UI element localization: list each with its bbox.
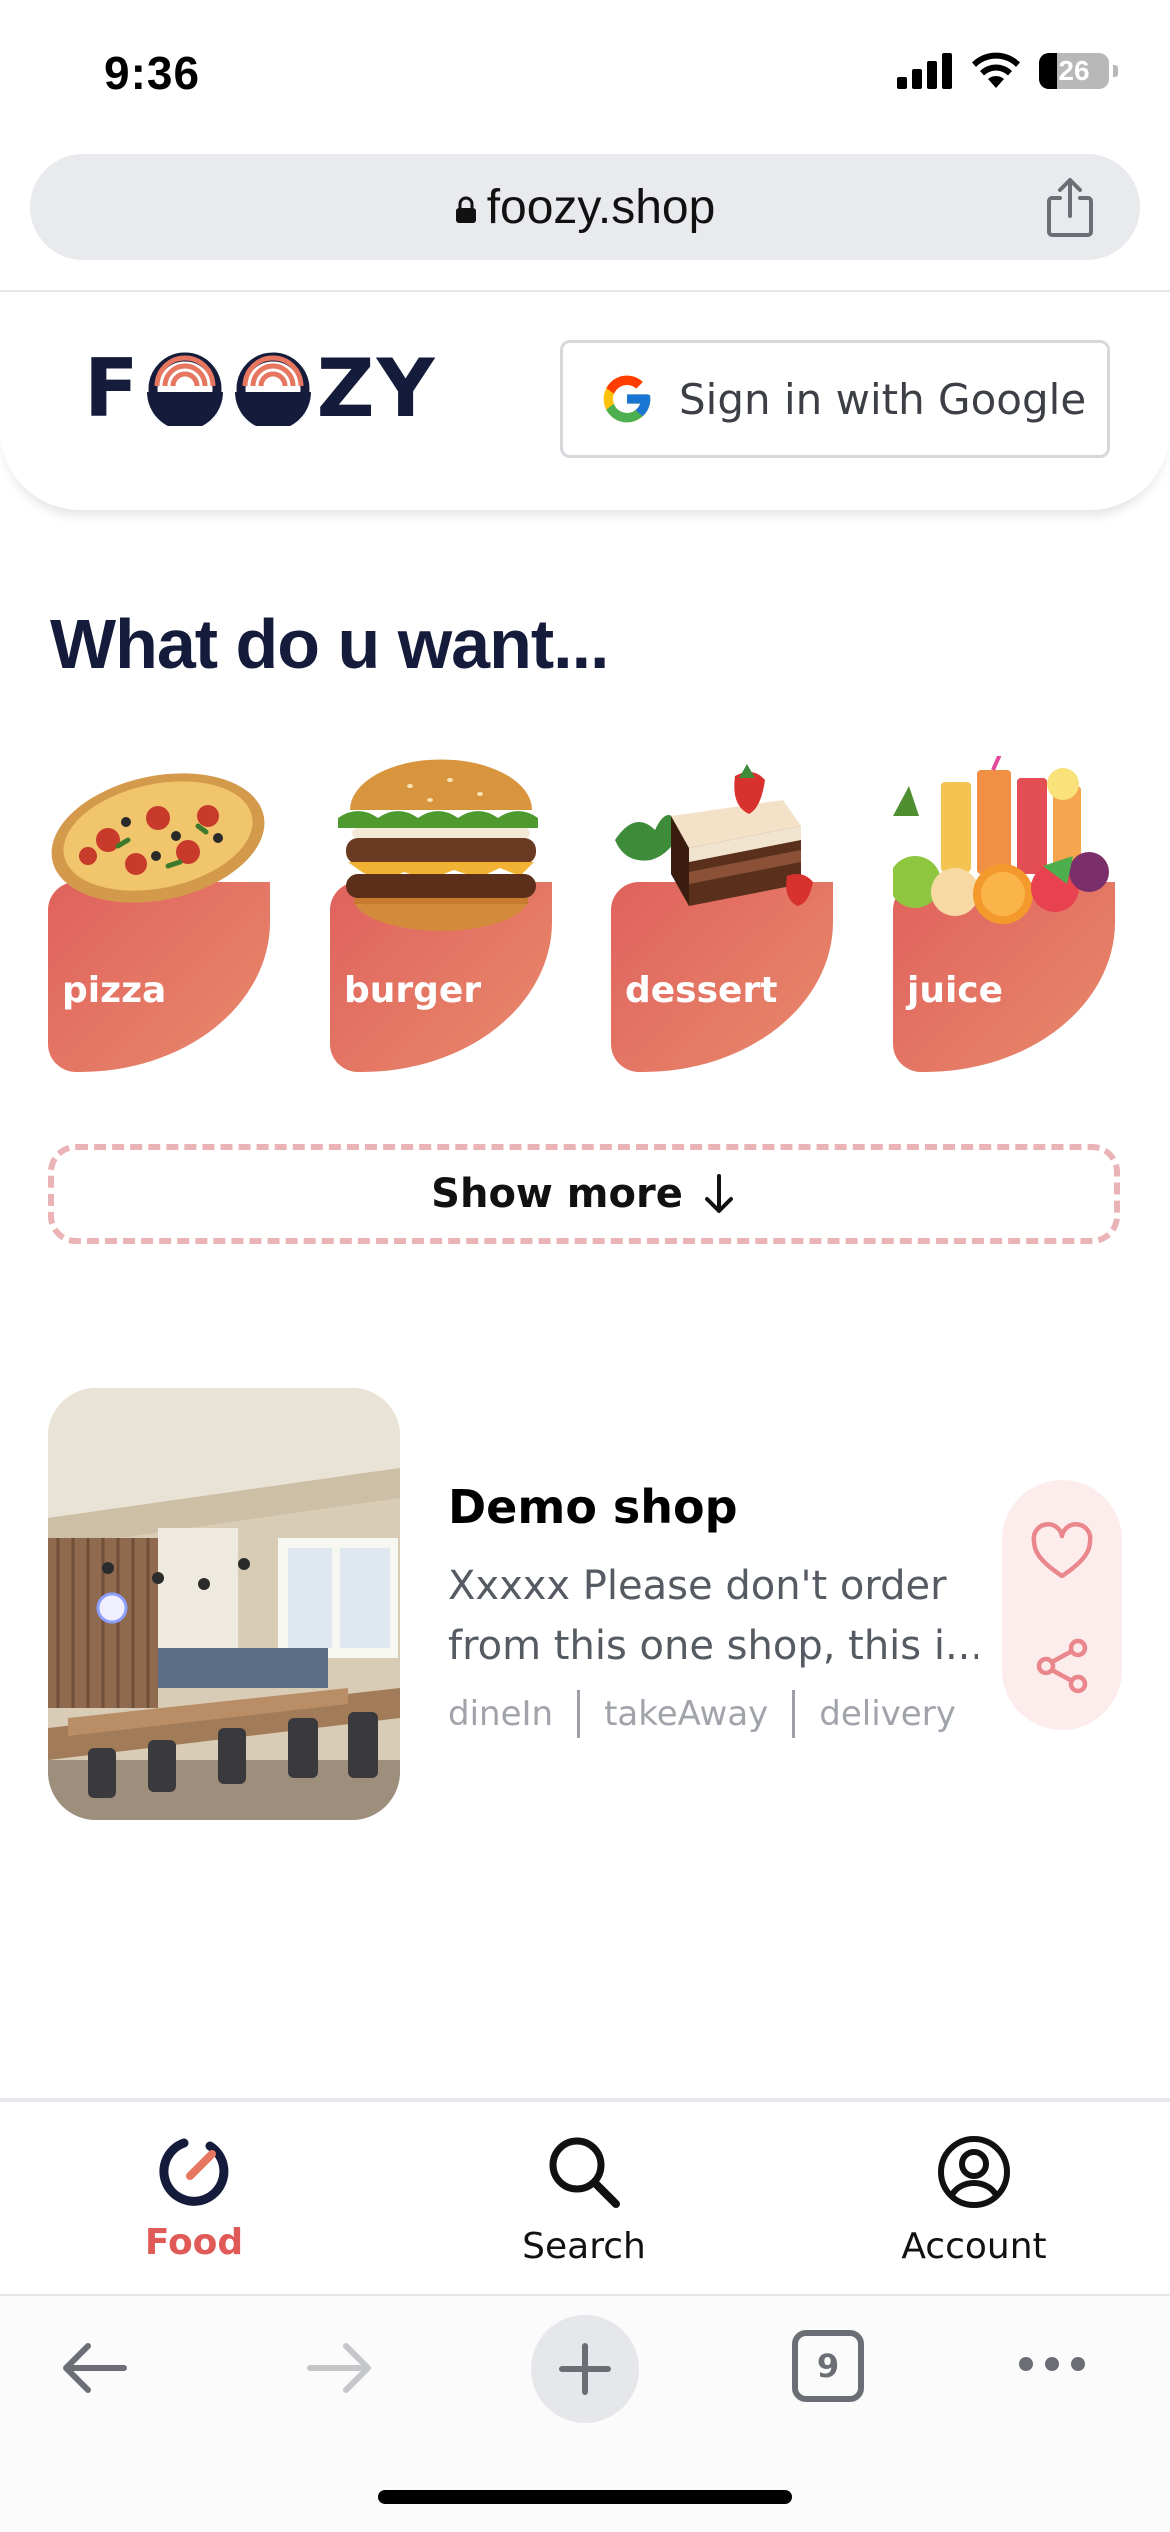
logo-text-left: F bbox=[84, 342, 141, 435]
arrow-down-icon bbox=[704, 1174, 733, 1213]
heart-icon[interactable] bbox=[1030, 1522, 1094, 1582]
logo-text-right: ZY bbox=[316, 342, 437, 435]
foozy-logo[interactable]: F ZY bbox=[84, 342, 437, 435]
shop-description-line: Xxxxx Please don't order bbox=[448, 1563, 947, 1609]
sign-in-label: Sign in with Google bbox=[679, 374, 1087, 424]
page-title: What do u want... bbox=[50, 605, 609, 683]
status-icons: 26 bbox=[897, 52, 1118, 90]
show-more-label: Show more bbox=[431, 1171, 683, 1217]
tag-delivery: delivery bbox=[819, 1694, 956, 1734]
new-tab-button[interactable] bbox=[530, 2314, 640, 2424]
nav-item-account[interactable]: Account bbox=[824, 2132, 1124, 2267]
tabs-button[interactable]: 9 bbox=[792, 2330, 864, 2402]
nav-item-search[interactable]: Search bbox=[434, 2132, 734, 2267]
shop-description: Xxxxx Please don't order from this one s… bbox=[448, 1556, 978, 1676]
google-icon bbox=[603, 375, 651, 423]
cellular-signal-icon bbox=[897, 53, 952, 89]
category-label: pizza bbox=[62, 970, 167, 1011]
battery-tip bbox=[1113, 65, 1118, 77]
home-indicator bbox=[378, 2490, 792, 2504]
more-options-icon[interactable] bbox=[1016, 2352, 1088, 2376]
category-label: juice bbox=[907, 970, 1004, 1011]
bottom-nav: Food Search Account bbox=[0, 2102, 1170, 2292]
category-pizza[interactable]: pizza bbox=[48, 756, 270, 1072]
nav-label-search: Search bbox=[522, 2226, 646, 2267]
shop-service-tags: dineIn takeAway delivery bbox=[448, 1690, 956, 1738]
nav-label-account: Account bbox=[901, 2226, 1047, 2267]
juice-image bbox=[893, 756, 1109, 924]
tag-dine-in: dineIn bbox=[448, 1694, 554, 1734]
share-icon[interactable] bbox=[1034, 1638, 1090, 1694]
forward-arrow-icon[interactable] bbox=[304, 2336, 376, 2400]
status-time: 9:36 bbox=[104, 47, 201, 99]
food-logo-icon bbox=[159, 2138, 229, 2206]
battery-icon: 26 bbox=[1039, 53, 1109, 89]
battery-percent: 26 bbox=[1058, 55, 1090, 86]
burger-image bbox=[338, 759, 538, 931]
back-arrow-icon[interactable] bbox=[58, 2336, 130, 2400]
category-dessert[interactable]: dessert bbox=[611, 756, 833, 1072]
lock-icon bbox=[455, 196, 476, 223]
tag-take-away: takeAway bbox=[604, 1694, 769, 1734]
category-label: burger bbox=[344, 970, 482, 1011]
restaurant-interior-image bbox=[48, 1388, 400, 1820]
share-icon[interactable] bbox=[1040, 176, 1100, 238]
nav-item-food[interactable]: Food bbox=[44, 2132, 344, 2263]
url-bar[interactable]: foozy.shop bbox=[30, 154, 1140, 260]
category-burger[interactable]: burger bbox=[330, 756, 552, 1072]
category-label: dessert bbox=[625, 970, 778, 1011]
sign-in-google-button[interactable]: Sign in with Google bbox=[560, 340, 1110, 458]
tag-separator bbox=[792, 1690, 796, 1738]
shop-actions bbox=[1002, 1480, 1122, 1730]
show-more-button[interactable]: Show more bbox=[48, 1144, 1120, 1244]
account-icon bbox=[938, 2136, 1010, 2208]
dessert-image bbox=[615, 764, 813, 906]
search-icon bbox=[549, 2137, 620, 2208]
app-header: F ZY Sign in with Google bbox=[0, 292, 1170, 510]
url-display[interactable]: foozy.shop bbox=[30, 180, 1140, 235]
logo-bowl-icon bbox=[146, 352, 223, 426]
shop-name[interactable]: Demo shop bbox=[448, 1480, 738, 1534]
shop-description-line: from this one shop, this i... bbox=[448, 1623, 978, 1669]
tab-count: 9 bbox=[816, 2347, 840, 2385]
wifi-icon bbox=[972, 52, 1020, 88]
category-juice[interactable]: juice bbox=[893, 756, 1115, 1072]
status-bar: 9:36 26 bbox=[0, 0, 1170, 140]
logo-bowl-icon bbox=[234, 352, 311, 426]
shop-card[interactable]: Demo shop Xxxxx Please don't order from … bbox=[48, 1388, 1122, 1820]
url-text: foozy.shop bbox=[486, 181, 716, 234]
category-list: pizza burger dessert juice bbox=[48, 756, 1128, 1072]
tag-separator bbox=[577, 1690, 581, 1738]
shop-image[interactable] bbox=[48, 1388, 400, 1820]
pizza-image bbox=[51, 773, 265, 903]
nav-label-food: Food bbox=[144, 2222, 244, 2263]
